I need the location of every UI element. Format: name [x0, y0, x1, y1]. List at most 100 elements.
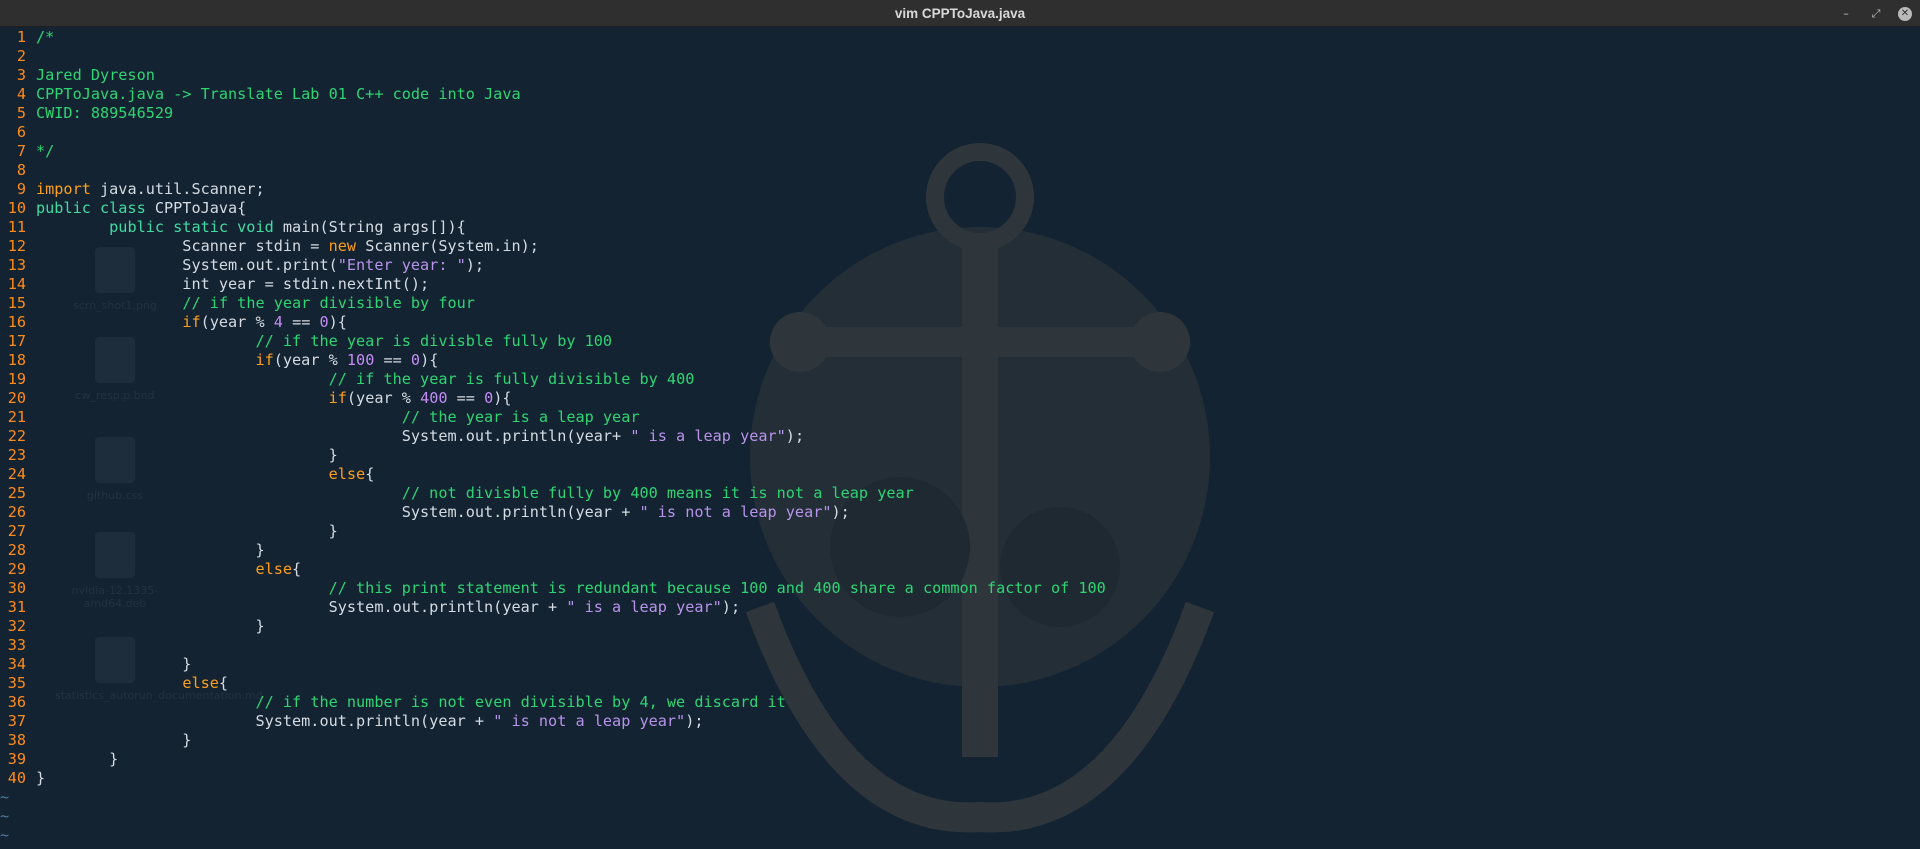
code-token: (year % — [346, 389, 421, 407]
code-line[interactable]: 18 if(year % 100 == 0){ — [0, 351, 1106, 370]
code-token: { — [218, 674, 229, 692]
vim-editor-buffer[interactable]: 1 /* 2 3 Jared Dyreson 4 CPPToJava.java -> Tra… — [0, 28, 1106, 845]
code-line[interactable]: 7 */ — [0, 142, 1106, 161]
code-token: { — [292, 560, 302, 578]
line-number: 30 — [7, 579, 26, 597]
code-token: } — [36, 617, 265, 635]
code-line[interactable]: 24 else{ — [0, 465, 1106, 484]
code-line[interactable]: 29 else{ — [0, 560, 1106, 579]
line-number: 36 — [7, 693, 26, 711]
maximize-button[interactable]: ⤢ — [1868, 6, 1884, 22]
code-line[interactable]: 37 System.out.println(year + " is not a … — [0, 712, 1106, 731]
code-line[interactable]: 4 CPPToJava.java -> Translate Lab 01 C++ … — [0, 85, 1106, 104]
code-line[interactable]: 20 if(year % 400 == 0){ — [0, 389, 1106, 408]
code-line[interactable]: 25 // not divisble fully by 400 means it… — [0, 484, 1106, 503]
code-token: " is not a leap year" — [493, 712, 686, 730]
code-token: Jared Dyreson — [36, 66, 155, 84]
code-text: } — [36, 617, 265, 635]
code-line[interactable]: 38 } — [0, 731, 1106, 750]
minimize-button[interactable]: – — [1838, 6, 1854, 22]
code-text: System.out.println(year + " is not a lea… — [36, 503, 850, 521]
code-line[interactable]: 32 } — [0, 617, 1106, 636]
code-text: /* — [36, 28, 54, 46]
empty-buffer-line: ~ — [0, 826, 10, 844]
line-number: 25 — [7, 484, 26, 502]
line-number: 8 — [16, 161, 26, 179]
code-line[interactable]: 33 — [0, 636, 1106, 655]
code-token: Scanner(System.in); — [356, 237, 539, 255]
code-line[interactable]: 27 } — [0, 522, 1106, 541]
code-line[interactable]: 1 /* — [0, 28, 1106, 47]
code-line[interactable]: 5 CWID: 889546529 — [0, 104, 1106, 123]
code-token: if — [328, 389, 347, 407]
code-text: Jared Dyreson — [36, 66, 155, 84]
code-token: Scanner stdin = — [36, 237, 329, 255]
code-text: if(year % 400 == 0){ — [36, 389, 512, 407]
code-token: CPPToJava.java -> Translate Lab 01 C++ c… — [36, 85, 521, 103]
code-line[interactable]: 17 // if the year is divisble fully by 1… — [0, 332, 1106, 351]
code-line[interactable]: 8 — [0, 161, 1106, 180]
code-token: } — [36, 750, 119, 768]
code-text: // not divisble fully by 400 means it is… — [36, 484, 914, 502]
line-number: 11 — [7, 218, 26, 236]
line-number: 34 — [7, 655, 26, 673]
code-line[interactable]: 21 // the year is a leap year — [0, 408, 1106, 427]
code-token: // not divisble fully by 400 means it is… — [401, 484, 914, 502]
code-line[interactable]: 23 } — [0, 446, 1106, 465]
code-token: // if the year divisible by four — [182, 294, 475, 312]
code-line[interactable]: 40} — [0, 769, 1106, 788]
code-token: ); — [831, 503, 850, 521]
terminal-window[interactable]: scrn_shot1.png cw_resp.p.bnd github.css … — [0, 27, 1920, 849]
code-text: System.out.println(year + " is a leap ye… — [36, 598, 741, 616]
empty-buffer-line: ~ — [0, 788, 10, 806]
code-token: " is not a leap year" — [639, 503, 832, 521]
code-line[interactable]: 28 } — [0, 541, 1106, 560]
line-number: 29 — [7, 560, 26, 578]
line-number: 12 — [7, 237, 26, 255]
code-token: ){ — [328, 313, 347, 331]
code-line[interactable]: 30 // this print statement is redundant … — [0, 579, 1106, 598]
code-token: CWID: 889546529 — [36, 104, 174, 122]
code-text: import java.util.Scanner; — [36, 180, 265, 198]
line-number: 31 — [7, 598, 26, 616]
code-token: (year % — [200, 313, 274, 331]
code-line[interactable]: 11 public static void main(String args[]… — [0, 218, 1106, 237]
code-token: 0 — [319, 313, 329, 331]
code-line[interactable]: 16 if(year % 4 == 0){ — [0, 313, 1106, 332]
code-token: } — [36, 769, 46, 787]
code-token: main(String args[]){ — [273, 218, 466, 236]
code-line[interactable]: 2 — [0, 47, 1106, 66]
code-line[interactable]: 39 } — [0, 750, 1106, 769]
code-line[interactable]: 34 } — [0, 655, 1106, 674]
code-line[interactable]: 19 // if the year is fully divisible by … — [0, 370, 1106, 389]
code-token: else — [255, 560, 293, 578]
window-titlebar[interactable]: vim CPPToJava.java – ⤢ ✕ — [0, 0, 1920, 27]
code-line[interactable]: 14 int year = stdin.nextInt(); — [0, 275, 1106, 294]
code-line[interactable]: 10 public class CPPToJava{ — [0, 199, 1106, 218]
line-number: 27 — [7, 522, 26, 540]
code-token: System.out.println(year + — [36, 598, 567, 616]
code-line[interactable]: 15 // if the year divisible by four — [0, 294, 1106, 313]
close-button[interactable]: ✕ — [1898, 6, 1912, 21]
code-line[interactable]: 12 Scanner stdin = new Scanner(System.in… — [0, 237, 1106, 256]
code-line[interactable]: 13 System.out.print("Enter year: "); — [0, 256, 1106, 275]
line-number: 33 — [7, 636, 26, 654]
code-token: // the year is a leap year — [401, 408, 640, 426]
code-line[interactable]: 22 System.out.println(year+ " is a leap … — [0, 427, 1106, 446]
code-line[interactable]: 9 import java.util.Scanner; — [0, 180, 1106, 199]
code-token: if — [255, 351, 274, 369]
code-line[interactable]: 6 — [0, 123, 1106, 142]
line-number: 13 — [7, 256, 26, 274]
code-line[interactable]: 31 System.out.println(year + " is a leap… — [0, 598, 1106, 617]
line-number: 35 — [7, 674, 26, 692]
code-line[interactable]: 26 System.out.println(year + " is not a … — [0, 503, 1106, 522]
code-text: } — [36, 769, 45, 787]
window-title: vim CPPToJava.java — [894, 6, 1026, 21]
code-line[interactable]: 35 else{ — [0, 674, 1106, 693]
code-token: (year % — [273, 351, 347, 369]
code-line[interactable]: 3 Jared Dyreson — [0, 66, 1106, 85]
code-text: else{ — [36, 674, 228, 692]
code-line[interactable]: 36 // if the number is not even divisibl… — [0, 693, 1106, 712]
